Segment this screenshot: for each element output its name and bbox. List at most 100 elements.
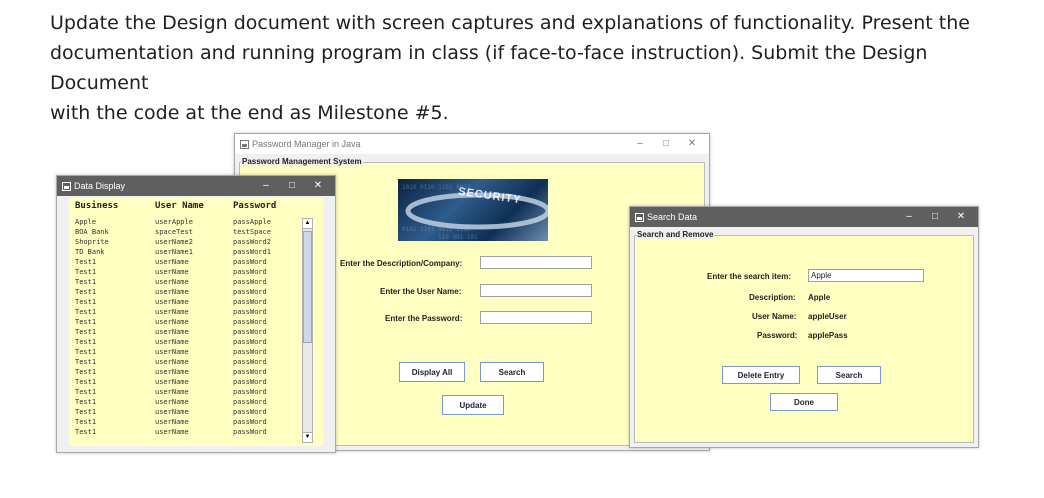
table-row: Test1 userName passWord bbox=[75, 337, 303, 347]
done-button[interactable]: Done bbox=[770, 393, 838, 411]
java-app-icon bbox=[240, 139, 249, 149]
cell-business: Test1 bbox=[75, 368, 97, 376]
cell-username: userName1 bbox=[155, 248, 193, 256]
table-row: Test1 userName passWord bbox=[75, 347, 303, 357]
cell-username: userName bbox=[155, 288, 189, 296]
close-button[interactable]: ✕ bbox=[679, 134, 705, 154]
close-button[interactable]: ✕ bbox=[948, 207, 974, 227]
maximize-button[interactable]: □ bbox=[653, 134, 679, 154]
data-table-area: Business User Name Password Apple userApp… bbox=[69, 198, 323, 446]
cell-business: Test1 bbox=[75, 278, 97, 286]
cell-username: userName bbox=[155, 328, 189, 336]
vertical-scrollbar[interactable]: ▲ ▼ bbox=[302, 218, 313, 443]
result-user-label: User Name: bbox=[752, 312, 797, 321]
username-input[interactable] bbox=[480, 284, 592, 297]
cell-business: Test1 bbox=[75, 398, 97, 406]
pass-label: Enter the Password: bbox=[385, 314, 463, 323]
cell-business: Test1 bbox=[75, 268, 97, 276]
cell-username: userName bbox=[155, 268, 189, 276]
table-row: Test1 userName passWord bbox=[75, 427, 303, 437]
result-desc-label: Description: bbox=[749, 293, 796, 302]
cell-username: userName bbox=[155, 408, 189, 416]
cell-password: passWord bbox=[233, 258, 267, 266]
close-button[interactable]: ✕ bbox=[305, 176, 331, 196]
desc-input[interactable] bbox=[480, 256, 592, 269]
cell-username: userName bbox=[155, 298, 189, 306]
cell-business: Test1 bbox=[75, 378, 97, 386]
password-input[interactable] bbox=[480, 311, 592, 324]
minimize-button[interactable]: – bbox=[627, 134, 653, 154]
cell-username: userName bbox=[155, 278, 189, 286]
data-table-body: Apple userApple passApple BOA Bank spaceTest… bbox=[75, 217, 311, 443]
maximize-button[interactable]: □ bbox=[279, 176, 305, 196]
cell-password: passWord2 bbox=[233, 238, 271, 246]
cell-business: Test1 bbox=[75, 358, 97, 366]
display-all-button[interactable]: Display All bbox=[399, 362, 465, 382]
table-row: BOA Bank spaceTest testSpace bbox=[75, 227, 303, 237]
result-user-value: appleUser bbox=[808, 312, 847, 321]
cell-password: passWord bbox=[233, 298, 267, 306]
cell-password: passWord bbox=[233, 268, 267, 276]
cell-password: passWord bbox=[233, 278, 267, 286]
cell-username: userName bbox=[155, 418, 189, 426]
search-button[interactable]: Search bbox=[480, 362, 544, 382]
cell-password: passWord bbox=[233, 328, 267, 336]
cell-business: Shoprite bbox=[75, 238, 109, 246]
cell-username: userName bbox=[155, 388, 189, 396]
table-row: Test1 userName passWord bbox=[75, 317, 303, 327]
java-app-icon bbox=[62, 181, 71, 191]
table-row: Test1 userName passWord bbox=[75, 307, 303, 317]
main-window-title: Password Manager in Java bbox=[252, 139, 361, 149]
cell-password: passWord bbox=[233, 428, 267, 436]
cell-username: spaceTest bbox=[155, 228, 193, 236]
scroll-down-arrow[interactable]: ▼ bbox=[303, 432, 312, 442]
cell-username: userName bbox=[155, 338, 189, 346]
delete-entry-button[interactable]: Delete Entry bbox=[722, 366, 800, 384]
svg-text:110 001 101: 110 001 101 bbox=[438, 234, 478, 241]
cell-password: passWord1 bbox=[233, 248, 271, 256]
cell-business: Test1 bbox=[75, 428, 97, 436]
cell-business: Test1 bbox=[75, 408, 97, 416]
header-username: User Name bbox=[155, 201, 204, 211]
cell-password: passWord bbox=[233, 288, 267, 296]
cell-business: Test1 bbox=[75, 308, 97, 316]
cell-password: passWord bbox=[233, 418, 267, 426]
cell-business: TD Bank bbox=[75, 248, 105, 256]
cell-password: testSpace bbox=[233, 228, 271, 236]
search-group-label: Search and Remove bbox=[636, 230, 715, 239]
cell-business: Test1 bbox=[75, 298, 97, 306]
data-titlebar: Data Display – □ ✕ bbox=[57, 176, 335, 196]
table-row: Shoprite userName2 passWord2 bbox=[75, 237, 303, 247]
search-titlebar: Search Data – □ ✕ bbox=[630, 207, 978, 227]
cell-business: Apple bbox=[75, 218, 97, 226]
scroll-up-arrow[interactable]: ▲ bbox=[303, 219, 312, 229]
update-button[interactable]: Update bbox=[442, 395, 504, 415]
table-row: Test1 userName passWord bbox=[75, 277, 303, 287]
search-item-input[interactable]: Apple bbox=[808, 269, 924, 282]
cell-username: userName bbox=[155, 308, 189, 316]
cell-password: passWord bbox=[233, 398, 267, 406]
assignment-text: Update the Design document with screen c… bbox=[50, 8, 1010, 128]
search-item-label: Enter the search item: bbox=[707, 272, 792, 281]
cell-business: Test1 bbox=[75, 348, 97, 356]
table-row: Test1 userName passWord bbox=[75, 367, 303, 377]
minimize-button[interactable]: – bbox=[253, 176, 279, 196]
scroll-thumb[interactable] bbox=[303, 231, 312, 343]
cell-username: userName bbox=[155, 398, 189, 406]
cell-business: Test1 bbox=[75, 388, 97, 396]
minimize-button[interactable]: – bbox=[896, 207, 922, 227]
table-row: Test1 userName passWord bbox=[75, 297, 303, 307]
table-row: Test1 userName passWord bbox=[75, 257, 303, 267]
doc-line-2: documentation and running program in cla… bbox=[50, 42, 928, 94]
cell-username: userApple bbox=[155, 218, 193, 226]
table-row: TD Bank userName1 passWord1 bbox=[75, 247, 303, 257]
maximize-button[interactable]: □ bbox=[922, 207, 948, 227]
cell-username: userName bbox=[155, 258, 189, 266]
cell-password: passApple bbox=[233, 218, 271, 226]
table-row: Test1 userName passWord bbox=[75, 387, 303, 397]
cell-username: userName bbox=[155, 358, 189, 366]
cell-business: Test1 bbox=[75, 328, 97, 336]
search-button[interactable]: Search bbox=[817, 366, 881, 384]
data-display-window: Data Display – □ ✕ Business User Name Pa… bbox=[56, 175, 336, 453]
main-group-label: Password Management System bbox=[241, 157, 363, 166]
